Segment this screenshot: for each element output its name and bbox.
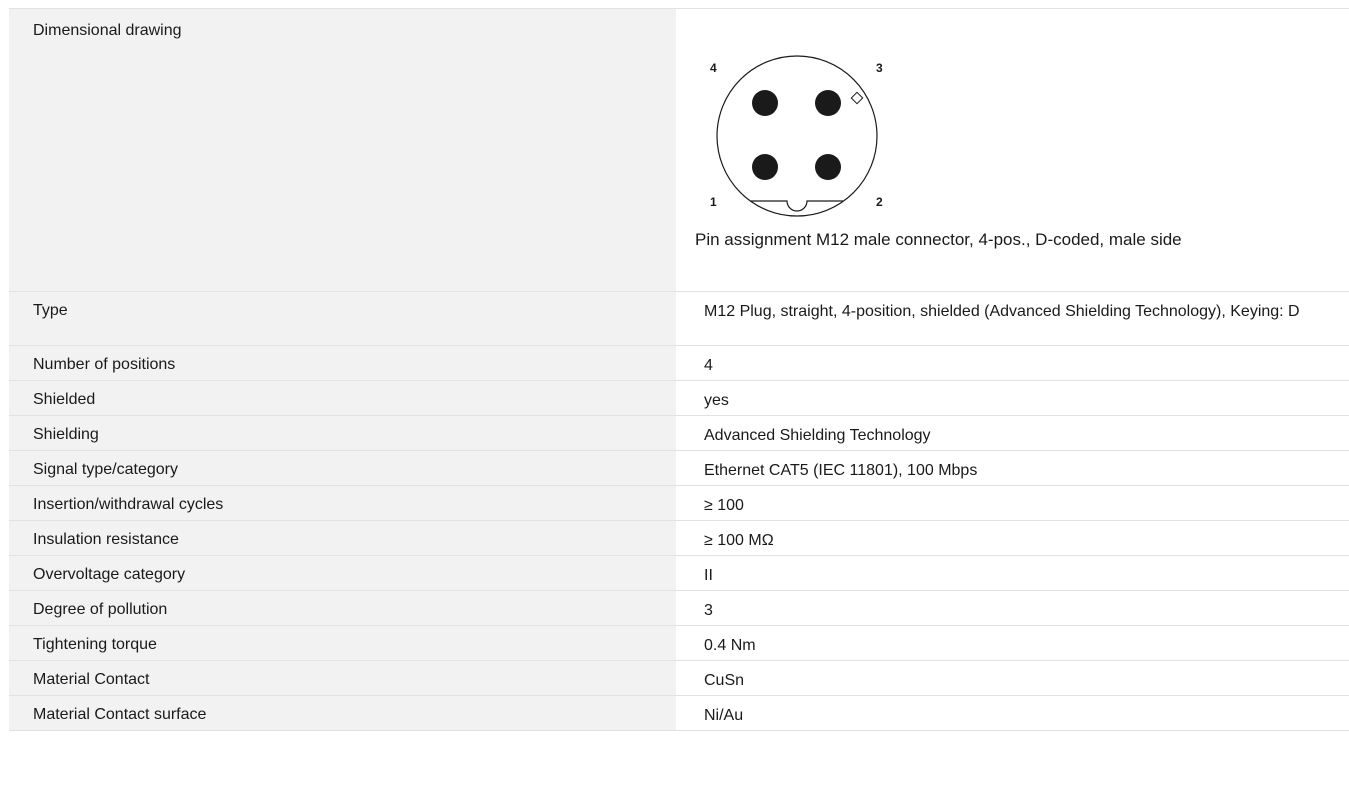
spec-value: Ethernet CAT5 (IEC 11801), 100 Mbps	[704, 462, 978, 479]
spec-value: Advanced Shielding Technology	[704, 427, 931, 444]
pin-contact-3	[815, 90, 841, 116]
dimensional-drawing-cell: 4 3 1 2 Pin assignment M12 male connecto…	[676, 9, 1349, 291]
spec-value: 0.4 Nm	[704, 637, 756, 654]
spec-label: Number of positions	[9, 346, 676, 380]
spec-value: ≥ 100	[704, 497, 744, 514]
connector-outline	[716, 55, 878, 217]
spec-value: CuSn	[704, 672, 745, 689]
pin-label-3: 3	[876, 61, 883, 75]
spec-label: Shielding	[9, 416, 676, 450]
spec-label: Overvoltage category	[9, 556, 676, 590]
pin-contact-2	[815, 154, 841, 180]
spec-row-shielded: Shielded yes	[9, 381, 1349, 416]
dimensional-drawing-row: Dimensional drawing 4 3 1 2 Pin assignme…	[9, 9, 1349, 292]
pin-contact-1	[752, 154, 778, 180]
drawing-caption: Pin assignment M12 male connector, 4-pos…	[695, 230, 1182, 249]
spec-row-tightening-torque: Tightening torque 0.4 Nm	[9, 626, 1349, 661]
spec-row-signal-type: Signal type/category Ethernet CAT5 (IEC …	[9, 451, 1349, 486]
pin-assignment-drawing: 4 3 1 2	[710, 55, 883, 217]
spec-label: Degree of pollution	[9, 591, 676, 625]
spec-value: ≥ 100 MΩ	[704, 532, 774, 549]
spec-label: Material Contact surface	[9, 696, 676, 730]
spec-row-insulation-resistance: Insulation resistance ≥ 100 MΩ	[9, 521, 1349, 556]
spec-label: Tightening torque	[9, 626, 676, 660]
spec-row-number-of-positions: Number of positions 4	[9, 346, 1349, 381]
spec-value: II	[704, 567, 713, 584]
spec-row-shielding: Shielding Advanced Shielding Technology	[9, 416, 1349, 451]
spec-row-material-contact: Material Contact CuSn	[9, 661, 1349, 696]
dimensional-drawing-label: Dimensional drawing	[9, 9, 676, 291]
spec-label: Insertion/withdrawal cycles	[9, 486, 676, 520]
pin-label-1: 1	[710, 195, 717, 209]
spec-table: Dimensional drawing 4 3 1 2 Pin assignme…	[9, 8, 1349, 731]
spec-row-degree-of-pollution: Degree of pollution 3	[9, 591, 1349, 626]
spec-label: Insulation resistance	[9, 521, 676, 555]
spec-value: yes	[704, 392, 729, 409]
spec-row-material-contact-surface: Material Contact surface Ni/Au	[9, 696, 1349, 731]
pin-contact-4	[752, 90, 778, 116]
spec-label: Material Contact	[9, 661, 676, 695]
pin-label-2: 2	[876, 195, 883, 209]
spec-label: Type	[9, 292, 676, 345]
spec-row-insertion-cycles: Insertion/withdrawal cycles ≥ 100	[9, 486, 1349, 521]
spec-row-overvoltage-category: Overvoltage category II	[9, 556, 1349, 591]
spec-value: 4	[704, 357, 713, 374]
spec-row-type: Type M12 Plug, straight, 4-position, shi…	[9, 292, 1349, 346]
spec-label: Signal type/category	[9, 451, 676, 485]
spec-value: 3	[704, 602, 713, 619]
pin-label-4: 4	[710, 61, 717, 75]
spec-value: Ni/Au	[704, 707, 744, 724]
coding-mark	[850, 91, 864, 105]
spec-value: M12 Plug, straight, 4-position, shielded…	[704, 303, 1300, 320]
spec-label: Shielded	[9, 381, 676, 415]
